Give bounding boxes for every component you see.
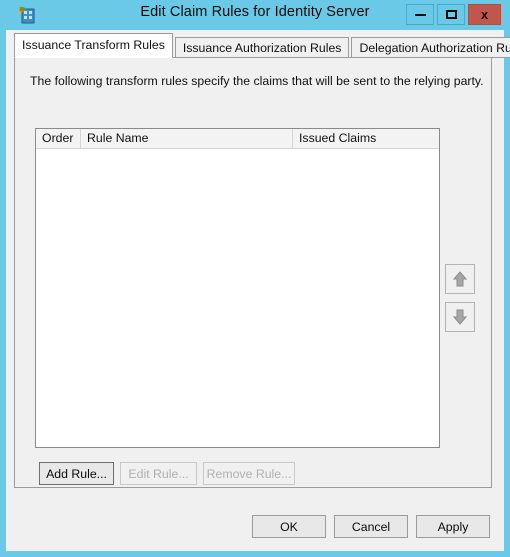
minimize-icon: [414, 13, 426, 16]
maximize-button[interactable]: [437, 4, 465, 25]
close-icon: x: [480, 7, 489, 22]
panel-description: The following transform rules specify th…: [30, 74, 484, 88]
move-up-arrow-icon: [452, 271, 468, 287]
column-header-rule-name[interactable]: Rule Name: [81, 129, 293, 148]
apply-button[interactable]: Apply: [416, 515, 490, 538]
close-button[interactable]: x: [468, 4, 501, 25]
tab-issuance-transform-rules[interactable]: Issuance Transform Rules: [14, 33, 173, 58]
tab-delegation-authorization-rules[interactable]: Delegation Authorization Rules: [351, 37, 510, 58]
minimize-button[interactable]: [406, 4, 434, 25]
remove-rule-button: Remove Rule...: [203, 462, 295, 485]
tab-issuance-authorization-rules[interactable]: Issuance Authorization Rules: [174, 37, 350, 58]
list-body-empty[interactable]: [36, 149, 439, 447]
rules-list-view[interactable]: Order Rule Name Issued Claims: [35, 128, 440, 448]
move-down-button[interactable]: [445, 302, 475, 332]
maximize-icon: [445, 10, 457, 19]
ok-button[interactable]: OK: [252, 515, 326, 538]
column-header-issued-claims[interactable]: Issued Claims: [293, 129, 439, 148]
tab-strip: Issuance Transform Rules Issuance Author…: [14, 33, 510, 58]
cancel-button[interactable]: Cancel: [334, 515, 408, 538]
dialog-window: Edit Claim Rules for Identity Server x I…: [0, 0, 510, 557]
list-header-row: Order Rule Name Issued Claims: [36, 129, 439, 149]
column-header-order[interactable]: Order: [36, 129, 81, 148]
move-down-arrow-icon: [452, 309, 468, 325]
add-rule-button[interactable]: Add Rule...: [39, 462, 114, 485]
client-area: Issuance Transform Rules Issuance Author…: [6, 30, 510, 551]
edit-rule-button: Edit Rule...: [120, 462, 197, 485]
title-bar: Edit Claim Rules for Identity Server x: [0, 0, 510, 30]
move-up-button[interactable]: [445, 264, 475, 294]
